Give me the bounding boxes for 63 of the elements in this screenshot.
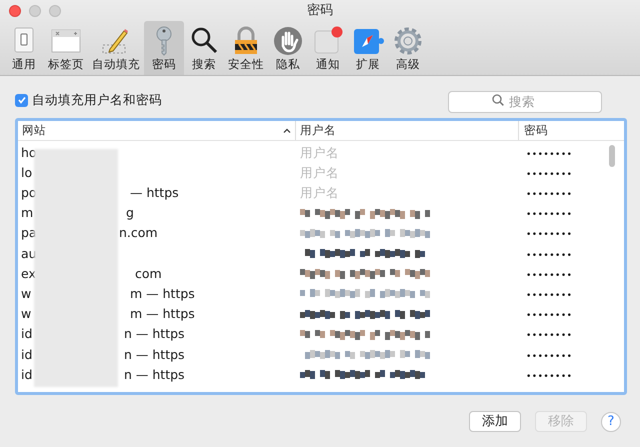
help-button[interactable]: ? xyxy=(601,412,621,432)
toolbar-tab[interactable]: 标签页 xyxy=(44,21,88,75)
site-text-start: ho xyxy=(21,144,34,162)
checkbox[interactable] xyxy=(15,94,28,106)
masked-password: •••••••• xyxy=(526,230,572,240)
zoom-button[interactable] xyxy=(49,5,61,17)
toolbar-tab[interactable]: 扩展 xyxy=(348,21,388,75)
masked-password: •••••••• xyxy=(526,331,572,342)
masked-password: •••••••• xyxy=(526,150,572,160)
masked-password: •••••••• xyxy=(526,210,572,220)
hand-icon xyxy=(272,25,304,57)
sort-ascending-icon xyxy=(283,128,291,133)
toolbar-tab[interactable]: 密码 xyxy=(144,21,184,75)
site-text-end: m — https xyxy=(130,285,195,304)
toolbar-tab[interactable]: 安全性 xyxy=(224,21,268,75)
site-text-start: id xyxy=(21,325,34,344)
gear-icon xyxy=(392,25,424,57)
masked-password: •••••••• xyxy=(526,372,572,382)
toolbar-tab[interactable]: 自动填充 xyxy=(88,21,144,75)
masked-password: •••••••• xyxy=(526,291,572,302)
site-text-start: lo xyxy=(21,164,34,182)
masked-password: •••••••• xyxy=(526,190,572,200)
site-text-end: n — https xyxy=(124,325,185,344)
column-header[interactable]: 密码 xyxy=(519,121,624,140)
site-text-start: m xyxy=(21,204,34,222)
username-field[interactable]: 用户名 xyxy=(300,144,360,162)
toolbar-tab[interactable]: 搜索 xyxy=(184,21,224,75)
site-text-end: — https xyxy=(130,184,179,202)
window-title: 密码 xyxy=(307,2,333,20)
search-field[interactable]: 搜索 xyxy=(448,90,602,112)
masked-password: •••••••• xyxy=(526,170,572,180)
toolbar-tab[interactable]: 通用 xyxy=(4,21,44,75)
site-text-start: pa xyxy=(21,224,34,242)
checkbox-label: 自动填充用户名和密码 xyxy=(32,90,162,109)
toolbar-tab[interactable]: 高级 xyxy=(388,21,428,75)
scrollbar[interactable] xyxy=(609,145,615,167)
site-text-end: m — https xyxy=(130,305,195,324)
username-field[interactable]: 用户名 xyxy=(300,164,360,182)
minimize-button[interactable] xyxy=(29,5,41,17)
masked-password: •••••••• xyxy=(526,352,572,362)
site-text-end: g xyxy=(126,204,134,222)
masked-password: •••••••• xyxy=(526,270,572,281)
site-text-start: au xyxy=(21,244,34,263)
site-text-start: id xyxy=(21,346,34,364)
close-button[interactable] xyxy=(9,5,21,17)
search-icon xyxy=(492,94,504,106)
column-header[interactable]: 用户名 xyxy=(296,121,519,140)
column-header[interactable]: 网站 xyxy=(18,121,296,140)
site-text-end: n.com xyxy=(119,224,158,242)
site-text-start: po xyxy=(21,184,34,202)
masked-password: •••••••• xyxy=(526,311,572,322)
toolbar-tab[interactable]: 通知 xyxy=(308,21,348,75)
toolbar-tab[interactable]: 隐私 xyxy=(268,21,308,75)
site-text-end: com xyxy=(135,264,162,283)
site-text-start: w xyxy=(21,305,32,324)
masked-password: •••••••• xyxy=(526,250,572,261)
site-text-start: w xyxy=(21,285,32,304)
site-text-end: n — https xyxy=(124,366,185,384)
username-field[interactable]: 用户名 xyxy=(300,184,360,202)
site-text-start: ex xyxy=(21,264,34,283)
site-text-start: id xyxy=(21,366,34,384)
add-button[interactable]: 添加 xyxy=(469,411,521,432)
site-text-end: n — https xyxy=(124,346,185,364)
